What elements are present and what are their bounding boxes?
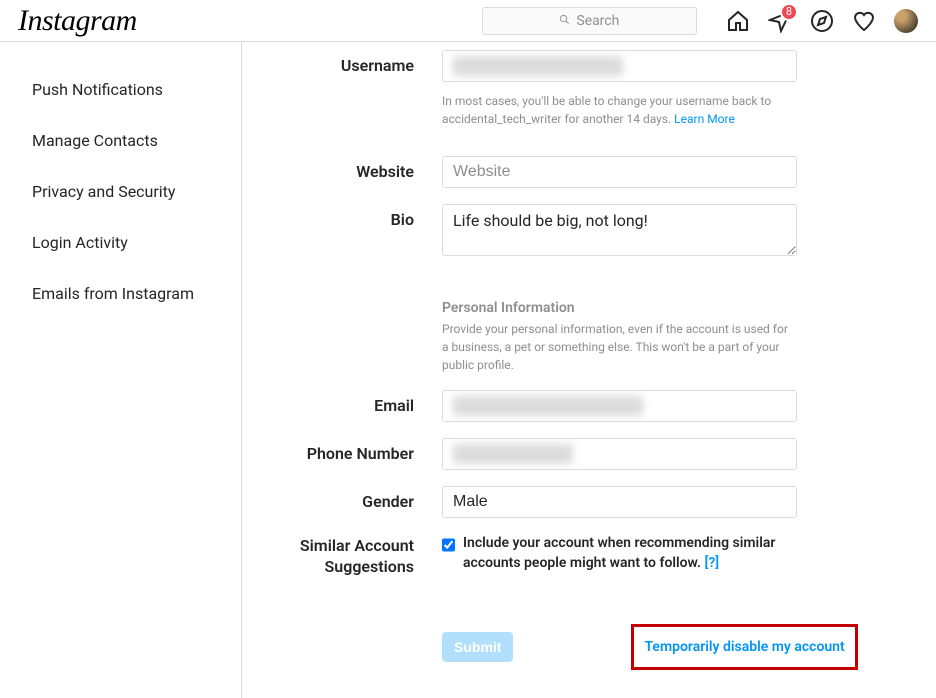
similar-help-link[interactable]: [?]	[705, 555, 720, 571]
phone-row: Phone Number	[282, 438, 896, 470]
learn-more-link[interactable]: Learn More	[674, 112, 735, 126]
gender-field[interactable]	[442, 486, 797, 518]
personal-info-title: Personal Information	[442, 300, 797, 316]
email-row: Email	[282, 390, 896, 422]
main-content: Push Notifications Manage Contacts Priva…	[0, 42, 936, 698]
phone-field[interactable]	[442, 438, 797, 470]
username-label: Username	[282, 50, 442, 75]
similar-checkbox[interactable]	[442, 538, 455, 552]
search-icon	[559, 14, 570, 28]
username-help: In most cases, you'll be able to change …	[442, 92, 797, 128]
activity-icon[interactable]	[852, 9, 876, 33]
email-label: Email	[282, 390, 442, 415]
messages-icon[interactable]: 8	[768, 9, 792, 33]
sidebar-item-push-notifications[interactable]: Push Notifications	[6, 64, 241, 115]
search-input[interactable]: Search	[482, 7, 697, 35]
disable-account-link[interactable]: Temporarily disable my account	[640, 631, 848, 663]
avatar[interactable]	[894, 9, 918, 33]
gender-row: Gender	[282, 486, 896, 518]
sidebar-item-privacy-security[interactable]: Privacy and Security	[6, 166, 241, 217]
actions-row-wrap: Submit Temporarily disable my account	[282, 594, 896, 670]
bio-label: Bio	[282, 204, 442, 229]
gender-label: Gender	[282, 486, 442, 511]
phone-label: Phone Number	[282, 438, 442, 463]
similar-label: Similar AccountSuggestions	[282, 534, 442, 578]
username-row: Username In most cases, you'll be able t…	[282, 50, 896, 128]
nav-icons: 8	[726, 9, 918, 33]
sidebar-item-emails[interactable]: Emails from Instagram	[6, 268, 241, 319]
email-field[interactable]	[442, 390, 797, 422]
explore-icon[interactable]	[810, 9, 834, 33]
bio-row: Bio Personal Information Provide your pe…	[282, 204, 896, 374]
similar-row: Similar AccountSuggestions Include your …	[282, 534, 896, 578]
home-icon[interactable]	[726, 9, 750, 33]
settings-form: Username In most cases, you'll be able t…	[242, 42, 936, 698]
sidebar-item-manage-contacts[interactable]: Manage Contacts	[6, 115, 241, 166]
settings-sidebar: Push Notifications Manage Contacts Priva…	[6, 42, 242, 698]
username-field[interactable]	[442, 50, 797, 82]
bio-field[interactable]	[442, 204, 797, 256]
instagram-logo[interactable]: Instagram	[18, 4, 137, 38]
search-placeholder: Search	[576, 13, 619, 29]
sidebar-item-login-activity[interactable]: Login Activity	[6, 217, 241, 268]
search-container: Search	[482, 7, 697, 35]
header-bar: Instagram Search 8	[0, 0, 936, 42]
website-label: Website	[282, 156, 442, 181]
website-row: Website	[282, 156, 896, 188]
similar-checkbox-label: Include your account when recommending s…	[463, 534, 797, 573]
disable-highlight: Temporarily disable my account	[631, 624, 857, 670]
personal-info-sub: Provide your personal information, even …	[442, 320, 797, 374]
website-field[interactable]	[442, 156, 797, 188]
submit-button[interactable]: Submit	[442, 632, 513, 662]
notification-badge: 8	[780, 3, 798, 21]
